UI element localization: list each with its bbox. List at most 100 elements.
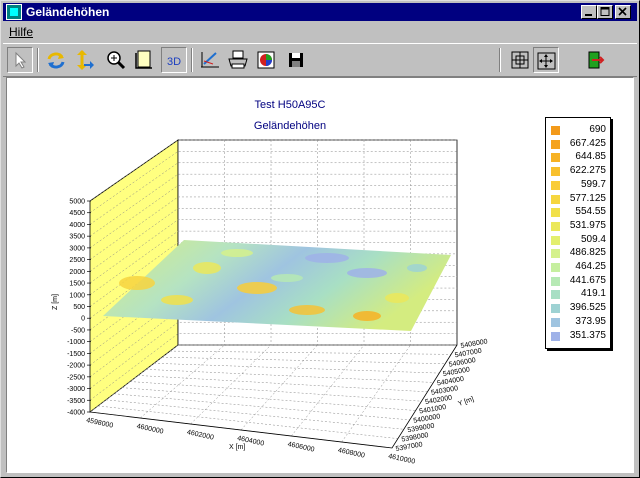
edit-chart-button[interactable] xyxy=(197,47,223,73)
maximize-icon xyxy=(600,7,610,16)
toolbar: 3D xyxy=(3,43,637,77)
terrain-patch xyxy=(193,262,221,274)
z-tick-label: -3000 xyxy=(67,386,85,393)
magnifier-icon xyxy=(107,51,126,70)
floor-gridline xyxy=(105,399,404,430)
z-tick-label: 1000 xyxy=(69,292,85,299)
z-tick-label: 4500 xyxy=(69,210,85,217)
legend-swatch xyxy=(551,235,560,245)
legend-entry: 599.7 xyxy=(546,179,610,192)
svg-text:3D: 3D xyxy=(167,56,181,68)
legend-swatch xyxy=(551,331,560,341)
z-axis-label: Z [m] xyxy=(52,294,59,310)
legend-label: 644.85 xyxy=(575,151,606,163)
toolbar-separator xyxy=(37,48,39,72)
app-icon xyxy=(6,4,22,20)
legend-swatch xyxy=(551,276,560,286)
legend-label: 464.25 xyxy=(575,261,606,272)
minimize-icon xyxy=(585,14,592,16)
x-tick-label: 4602000 xyxy=(186,429,214,442)
pan-view-button[interactable] xyxy=(533,47,559,73)
legend-label: 690 xyxy=(589,124,606,135)
floor-gridline xyxy=(153,363,440,374)
legend-label: 554.55 xyxy=(575,206,606,218)
legend-entry: 419.1 xyxy=(546,288,610,301)
3d-view-button[interactable]: 3D xyxy=(161,47,187,73)
z-tick-label: -2500 xyxy=(67,374,85,381)
move-arrows-icon xyxy=(77,50,94,70)
legend-label: 622.275 xyxy=(569,165,606,177)
color-palette-button[interactable] xyxy=(253,47,279,73)
x-axis-label: X [m] xyxy=(229,444,245,451)
fit-frame-icon xyxy=(511,51,529,69)
zoom-button[interactable] xyxy=(103,47,129,73)
print-button[interactable] xyxy=(225,47,251,73)
y-tick-label: 5397000 xyxy=(395,441,423,453)
z-tick-label: 1500 xyxy=(69,281,85,288)
save-button[interactable] xyxy=(283,47,309,73)
terrain-patch xyxy=(305,253,349,263)
terrain-patch xyxy=(289,305,325,315)
menu-bar: Hilfe xyxy=(3,23,637,41)
maximize-button[interactable] xyxy=(597,5,613,19)
rotate-arrows-icon xyxy=(47,52,65,69)
x-tick-label: 4608000 xyxy=(337,447,365,460)
toolbar-separator xyxy=(191,48,193,72)
legend-label: 667.425 xyxy=(569,137,606,149)
legend-label: 531.975 xyxy=(569,219,606,231)
terrain-patch xyxy=(237,282,277,294)
legend-swatch xyxy=(551,249,560,259)
close-icon xyxy=(618,7,627,16)
y-axis-label: Y [m] xyxy=(457,396,475,408)
terrain-patch xyxy=(385,293,409,303)
legend-entry: 690 xyxy=(546,124,610,137)
legend-swatch xyxy=(551,290,560,300)
exit-button[interactable] xyxy=(581,47,607,73)
legend-label: 509.4 xyxy=(580,233,606,245)
surface-plot: 5000450040003500300025002000150010005000… xyxy=(52,139,488,466)
axes-page-icon xyxy=(135,50,152,69)
terrain-patch xyxy=(119,276,155,290)
z-tick-label: -3500 xyxy=(67,398,85,405)
arrow-pointer-icon xyxy=(15,51,27,69)
terrain-patch xyxy=(353,311,381,321)
legend-entry: 622.275 xyxy=(546,165,610,178)
legend-entry: 509.4 xyxy=(546,234,610,247)
select-arrow-button[interactable] xyxy=(7,47,33,73)
title-bar[interactable]: Geländehöhen xyxy=(3,3,637,21)
legend-entry: 667.425 xyxy=(546,138,610,151)
legend-label: 396.525 xyxy=(569,302,606,314)
minimize-button[interactable] xyxy=(581,5,597,19)
legend-entry: 373.95 xyxy=(546,316,610,329)
z-tick-label: 3500 xyxy=(69,234,85,241)
floor-gridline xyxy=(161,356,446,364)
floor-gridline xyxy=(137,375,428,393)
x-tick-label: 4610000 xyxy=(388,453,416,466)
legend-entry: 464.25 xyxy=(546,261,610,274)
x-tick-label: 4606000 xyxy=(287,441,315,454)
color-legend: 690 667.425 644.85 622.275 599.7 577.125 554.5… xyxy=(545,117,611,349)
legend-label: 599.7 xyxy=(580,178,606,190)
floor-gridline xyxy=(97,405,398,439)
exit-door-icon xyxy=(588,51,605,69)
z-tick-label: 500 xyxy=(73,304,85,311)
z-tick-label: -1000 xyxy=(67,339,85,346)
legend-label: 577.125 xyxy=(569,192,606,204)
x-tick-label: 4600000 xyxy=(136,423,164,436)
z-tick-label: -2000 xyxy=(67,363,85,370)
z-tick-label: 0 xyxy=(81,316,85,323)
fit-view-button[interactable] xyxy=(507,47,533,73)
legend-swatch xyxy=(551,304,560,314)
floor-gridline xyxy=(341,344,411,443)
move-vertical-button[interactable] xyxy=(71,47,97,73)
axes-button[interactable] xyxy=(131,47,157,73)
legend-entry: 644.85 xyxy=(546,151,610,164)
terrain-patch xyxy=(221,249,253,257)
close-button[interactable] xyxy=(615,5,631,19)
legend-swatch xyxy=(551,167,560,177)
window-title: Geländehöhen xyxy=(26,5,110,19)
menu-hilfe[interactable]: Hilfe xyxy=(9,25,33,39)
legend-swatch xyxy=(551,153,560,163)
printer-icon xyxy=(228,50,248,69)
rotate-button[interactable] xyxy=(43,47,69,73)
